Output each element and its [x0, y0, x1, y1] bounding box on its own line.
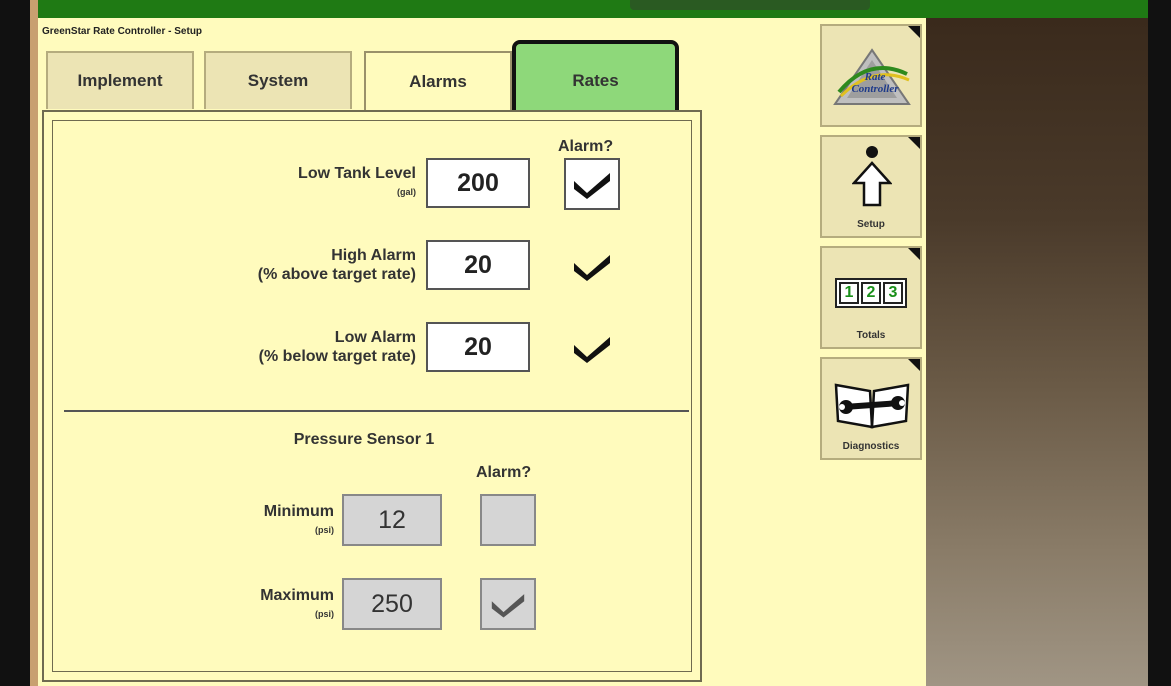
top-status-tab: [630, 0, 870, 10]
minimum-label-text: Minimum: [263, 503, 334, 520]
bezel-trim: [30, 0, 38, 686]
section-divider: [64, 410, 689, 412]
maximum-alarm-checkbox[interactable]: [480, 578, 536, 630]
diagnostics-label: Diagnostics: [842, 441, 900, 452]
low-tank-input[interactable]: 200: [426, 158, 530, 208]
diagnostics-button[interactable]: Diagnostics: [820, 357, 922, 460]
low-alarm-sublabel: (% below target rate): [258, 348, 416, 365]
diagnostics-book-wrench-icon: [834, 383, 910, 429]
pressure-alarm-header: Alarm?: [476, 464, 532, 481]
maximum-input[interactable]: 250: [342, 578, 442, 630]
low-alarm-label-text: Low Alarm: [334, 329, 416, 346]
high-alarm-label-text: High Alarm: [331, 247, 416, 264]
pressure-sensor-title: Pressure Sensor 1: [293, 431, 435, 448]
low-tank-alarm-checkbox[interactable]: [564, 158, 620, 210]
setup-label: Setup: [857, 219, 885, 230]
minimum-alarm-checkbox[interactable]: [480, 494, 536, 546]
corner-marker: [908, 248, 920, 260]
background-photo: [926, 18, 1148, 686]
totals-button[interactable]: 1 2 3 Totals: [820, 246, 922, 349]
corner-marker: [908, 26, 920, 38]
totals-icon: 1 2 3: [822, 278, 920, 308]
tab-implement[interactable]: Implement: [46, 51, 194, 109]
low-alarm-label: Low Alarm (% below target rate): [194, 328, 416, 366]
maximum-label-text: Maximum: [260, 587, 334, 604]
digit-3: 3: [883, 282, 903, 304]
totals-label: Totals: [856, 330, 886, 341]
low-tank-label: Low Tank Level (gal): [194, 164, 416, 202]
top-status-bar: [38, 0, 1148, 18]
maximum-label: Maximum (psi): [204, 586, 334, 624]
digit-2: 2: [861, 282, 881, 304]
checkmark-icon: [491, 594, 525, 618]
alarms-panel: Alarm? Low Tank Level (gal) 200 High Ala…: [42, 110, 702, 682]
minimum-label: Minimum (psi): [204, 502, 334, 540]
logo-text-controller: Controller: [851, 83, 899, 95]
rate-controller-button[interactable]: Rate Controller: [820, 24, 922, 127]
display-screen: GreenStar Rate Controller - Setup Implem…: [38, 18, 926, 686]
maximum-unit: (psi): [315, 609, 334, 619]
setup-button[interactable]: Setup: [820, 135, 922, 238]
low-alarm-input[interactable]: 20: [426, 322, 530, 372]
minimum-unit: (psi): [315, 525, 334, 535]
minimum-input[interactable]: 12: [342, 494, 442, 546]
low-tank-unit: (gal): [397, 187, 416, 197]
checkmark-icon: [574, 255, 610, 281]
corner-marker: [908, 137, 920, 149]
digit-1: 1: [839, 282, 859, 304]
high-alarm-input[interactable]: 20: [426, 240, 530, 290]
checkmark-icon: [574, 173, 610, 199]
tab-alarms[interactable]: Alarms: [364, 51, 512, 111]
corner-marker: [908, 359, 920, 371]
totals-digits: 1 2 3: [835, 278, 907, 308]
high-alarm-alarm-checkbox[interactable]: [564, 240, 620, 292]
low-tank-label-text: Low Tank Level: [298, 165, 416, 182]
rate-controller-logo-icon: Rate Controller: [833, 48, 911, 105]
bezel-right: [1148, 0, 1171, 686]
alarm-column-header: Alarm?: [558, 138, 614, 155]
setup-arrow-icon: [852, 146, 892, 207]
app-title: GreenStar Rate Controller - Setup: [42, 26, 203, 37]
low-alarm-alarm-checkbox[interactable]: [564, 322, 620, 374]
high-alarm-sublabel: (% above target rate): [257, 266, 416, 283]
tab-system[interactable]: System: [204, 51, 352, 109]
logo-text-rate: Rate: [864, 71, 886, 83]
high-alarm-label: High Alarm (% above target rate): [194, 246, 416, 284]
checkmark-icon: [574, 337, 610, 363]
